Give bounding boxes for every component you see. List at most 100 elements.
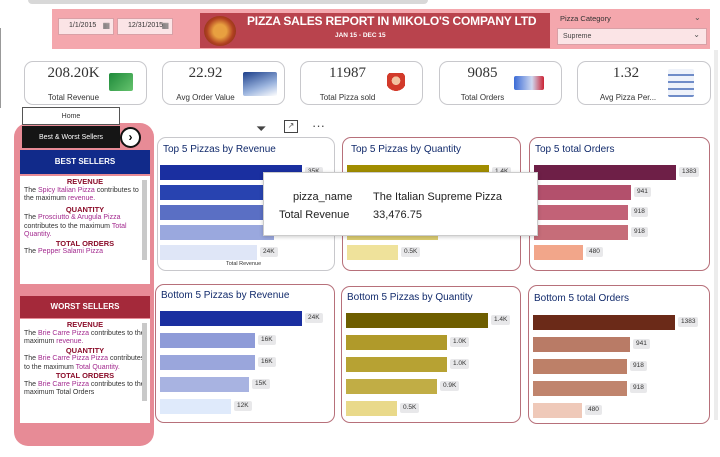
bar[interactable] xyxy=(160,377,249,392)
chart-title: Top 5 total Orders xyxy=(535,144,615,155)
more-options-icon[interactable]: ··· xyxy=(312,118,325,133)
kpi-card-avg-pizza-per-order[interactable]: 1.32 Avg Pizza Per... xyxy=(577,61,711,105)
end-date-input[interactable]: 12/31/2015 ▦ xyxy=(117,18,173,35)
worst-orders-text: The Brie Carre Pizza contributes to the … xyxy=(24,381,146,398)
best-quantity-heading: QUANTITY xyxy=(65,204,105,214)
bar[interactable] xyxy=(160,225,274,240)
bar[interactable] xyxy=(534,205,628,220)
bar[interactable] xyxy=(346,379,437,394)
start-date-input[interactable]: 1/1/2015 ▦ xyxy=(58,18,114,35)
chart-plot: 24K 16K 16K 15K 12K xyxy=(160,309,332,419)
pizza-name: Brie Carre Pizza xyxy=(38,329,89,337)
worst-orders-heading: TOTAL ORDERS xyxy=(55,371,115,380)
page-subtitle: JAN 15 - DEC 15 xyxy=(335,32,386,39)
data-label: 0.9K xyxy=(440,381,460,391)
text-fragment: The xyxy=(24,248,39,255)
bar[interactable] xyxy=(533,403,582,418)
chart-title: Top 5 Pizzas by Revenue xyxy=(163,144,276,155)
metric-name: revenue. xyxy=(67,195,96,202)
pizza-name: Spicy Italian Pizza xyxy=(38,186,95,194)
chart-plot: 1383 941 918 918 480 xyxy=(533,313,705,423)
bar[interactable] xyxy=(533,337,630,352)
bar[interactable] xyxy=(533,381,627,396)
bar[interactable] xyxy=(534,225,628,240)
chart-card[interactable]: Bottom 5 Pizzas by Revenue 24K 16K 16K 15K 1… xyxy=(155,284,335,423)
page-scrollbar[interactable] xyxy=(714,50,718,420)
chevron-down-icon: ⌄ xyxy=(693,30,700,39)
page-title: PIZZA SALES REPORT IN MIKOLO'S COMPANY L… xyxy=(247,14,537,28)
window-top-strip xyxy=(28,0,428,4)
nav-home-button[interactable]: Home xyxy=(22,107,120,125)
profit-chart-icon xyxy=(109,73,133,91)
data-label: 918 xyxy=(631,207,648,217)
kpi-card-total-orders[interactable]: 9085 Total Orders xyxy=(439,61,562,105)
focus-mode-icon[interactable]: ↗ xyxy=(284,120,298,133)
data-label: 24K xyxy=(260,247,278,257)
worst-quantity-text: The Brie Carre Pizza Pizza contributes t… xyxy=(24,355,146,372)
chart-card[interactable]: Bottom 5 Pizzas by Quantity 1.4K 1.0K 1.0K… xyxy=(341,286,521,423)
kpi-card-avg-order-value[interactable]: 22.92 Avg Order Value xyxy=(162,61,285,105)
bar[interactable] xyxy=(346,313,488,328)
left-edge-toolbar xyxy=(0,28,3,108)
bar[interactable] xyxy=(534,185,631,200)
chart-title: Bottom 5 Pizzas by Revenue xyxy=(161,290,290,301)
text-fragment: The xyxy=(24,186,39,194)
pizza-image-icon xyxy=(204,16,236,46)
filter-icon[interactable]: ⏷ xyxy=(256,121,266,137)
data-label: 918 xyxy=(630,383,647,393)
pizza-name: Brie Carre Pizza xyxy=(38,380,89,388)
best-orders-heading: TOTAL ORDERS xyxy=(55,238,115,248)
chart-card[interactable]: Top 5 total Orders 1383 941 918 918 480 xyxy=(529,137,710,271)
metric-name: Total Quantity. xyxy=(75,363,120,371)
worst-quantity-heading: QUANTITY xyxy=(65,345,105,355)
bar[interactable] xyxy=(533,359,627,374)
x-axis-label: Total Revenue xyxy=(226,261,262,267)
pizza-category-value: Supreme xyxy=(563,33,592,40)
data-label: 1.4K xyxy=(491,315,511,325)
kpi-card-total-revenue[interactable]: 208.20K Total Revenue xyxy=(24,61,147,105)
scrollbar[interactable] xyxy=(142,180,147,260)
data-label: 1.0K xyxy=(450,359,470,369)
data-label: 1383 xyxy=(678,317,699,327)
tooltip-value: 33,476.75 xyxy=(373,209,422,221)
data-label: 1383 xyxy=(679,167,700,177)
data-label: 480 xyxy=(586,247,603,257)
bar[interactable] xyxy=(534,245,583,260)
bar[interactable] xyxy=(160,399,231,414)
bar[interactable] xyxy=(160,311,302,326)
chevron-down-icon[interactable]: ⌄ xyxy=(694,13,701,22)
bar[interactable] xyxy=(533,315,675,330)
pizza-name: Pepper Salami Pizza xyxy=(38,248,103,255)
bar[interactable] xyxy=(160,333,255,348)
bar[interactable] xyxy=(160,355,255,370)
chart-tooltip: pizza_name The Italian Supreme Pizza Tot… xyxy=(263,172,538,236)
calendar-icon[interactable]: ▦ xyxy=(102,21,110,30)
worst-revenue-text: The Brie Carre Pizza contributes to the … xyxy=(24,330,146,347)
chart-title: Bottom 5 total Orders xyxy=(534,293,630,304)
data-label: 1.0K xyxy=(450,337,470,347)
bar[interactable] xyxy=(347,245,398,260)
chart-card[interactable]: Bottom 5 total Orders 1383 941 918 918 480 xyxy=(528,285,710,424)
tooltip-key: Total Revenue xyxy=(279,209,350,221)
chart-plot: 1383 941 918 918 480 xyxy=(534,163,706,263)
pizza-category-dropdown[interactable]: Supreme ⌄ xyxy=(557,28,707,45)
pizza-chef-icon xyxy=(387,73,405,95)
data-label: 941 xyxy=(634,187,651,197)
bar[interactable] xyxy=(160,245,257,260)
bar[interactable] xyxy=(346,401,397,416)
scrollbar[interactable] xyxy=(142,323,147,401)
data-label: 918 xyxy=(631,227,648,237)
bar[interactable] xyxy=(534,165,676,180)
kpi-card-total-pizza-sold[interactable]: 11987 Total Pizza sold xyxy=(300,61,423,105)
next-arrow-icon[interactable]: › xyxy=(120,127,141,148)
bar[interactable] xyxy=(346,357,447,372)
bar[interactable] xyxy=(346,335,447,350)
chart-title: Bottom 5 Pizzas by Quantity xyxy=(347,292,473,303)
calendar-icon[interactable]: ▦ xyxy=(161,21,169,30)
nav-best-worst-button[interactable]: Best & Worst Sellers xyxy=(22,126,120,148)
text-fragment: The xyxy=(24,380,39,388)
best-sellers-title: BEST SELLERS xyxy=(20,150,150,174)
nav-best-worst-label: Best & Worst Sellers xyxy=(38,134,104,141)
nav-home-label: Home xyxy=(61,113,81,120)
order-card-icon xyxy=(514,76,544,90)
